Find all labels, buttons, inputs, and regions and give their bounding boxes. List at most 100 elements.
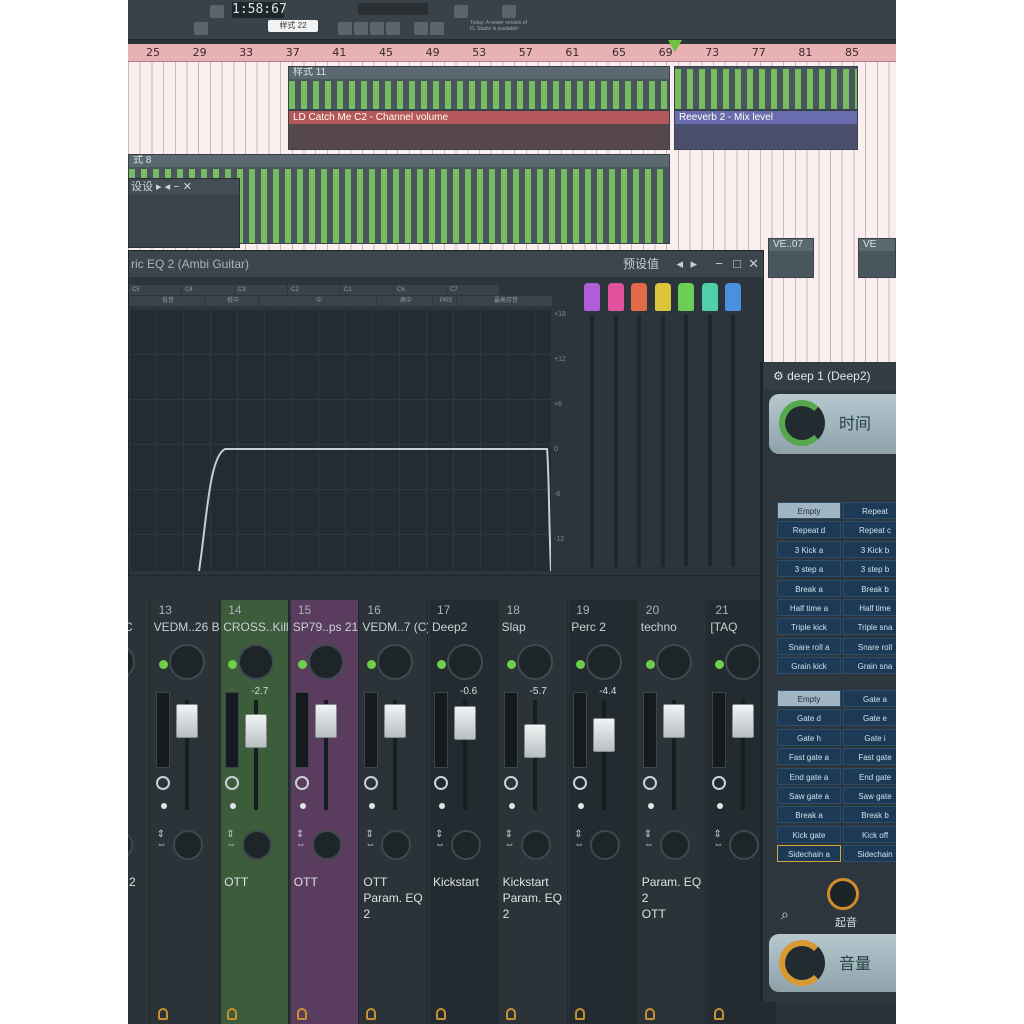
pan-knob[interactable] bbox=[311, 830, 342, 860]
preset-button[interactable]: 预设值 bbox=[623, 251, 659, 277]
preset-button[interactable]: Snare roll bbox=[843, 637, 896, 655]
zoom-icon[interactable]: ⌕ bbox=[781, 906, 789, 923]
track-name[interactable]: M2..43 C bbox=[128, 620, 150, 634]
mute-led[interactable] bbox=[576, 660, 586, 669]
mixer-strip[interactable]: 15 SP79..ps 21 ⇕ ⇔ OTT bbox=[290, 600, 359, 1024]
help-icon[interactable] bbox=[430, 22, 444, 35]
mixer-icon[interactable] bbox=[338, 22, 352, 35]
fx-slot[interactable]: Param. EQ 2 bbox=[363, 890, 427, 922]
preset-button[interactable]: Saw gate a bbox=[777, 787, 841, 804]
pattern-clip[interactable]: 样式 11 bbox=[288, 66, 670, 110]
fx-slot[interactable]: OTT bbox=[642, 906, 706, 922]
band-handle[interactable] bbox=[678, 283, 694, 311]
pattern-selector[interactable]: 样式 22 bbox=[268, 20, 318, 32]
track-name[interactable]: Slap bbox=[502, 620, 568, 634]
mixer-strip[interactable]: 19 Perc 2 -4.4 ⇕ ⇔ bbox=[569, 600, 638, 1024]
fx-slot[interactable]: OTT bbox=[294, 874, 358, 890]
record-dot[interactable] bbox=[508, 803, 515, 809]
mixer-strip[interactable]: 20 techno ⇕ ⇔ Param. EQ 2 OTT bbox=[638, 600, 707, 1024]
preset-button[interactable]: Gate a bbox=[843, 690, 896, 707]
record-dot[interactable] bbox=[160, 803, 167, 809]
record-dot[interactable] bbox=[369, 803, 376, 809]
attack-knob[interactable] bbox=[827, 878, 859, 910]
pan-knob[interactable] bbox=[659, 830, 690, 860]
pan-knob[interactable] bbox=[381, 830, 412, 860]
gear-icon[interactable]: ⚙ bbox=[773, 369, 787, 383]
band-slider[interactable] bbox=[654, 283, 671, 571]
clock-icon[interactable] bbox=[642, 776, 657, 790]
audio-clip[interactable]: VE..07 bbox=[768, 238, 814, 278]
preset-button[interactable]: 3 step b bbox=[843, 560, 896, 578]
mute-led[interactable] bbox=[158, 660, 168, 669]
preset-button[interactable]: Gate h bbox=[777, 728, 841, 746]
route-icon[interactable] bbox=[505, 1008, 516, 1020]
audio-clip[interactable]: VE bbox=[858, 238, 896, 278]
mute-led[interactable] bbox=[506, 660, 516, 669]
mixer-strip[interactable]: 16 VEDM..7 (C) ⇕ ⇔ OTT Param. EQ 2 bbox=[360, 600, 429, 1024]
route-icon[interactable] bbox=[296, 1008, 307, 1020]
swap-icon[interactable]: ⇕ ⇔ bbox=[574, 830, 584, 850]
route-icon[interactable] bbox=[575, 1008, 586, 1020]
band-handle[interactable] bbox=[584, 283, 600, 311]
route-icon[interactable] bbox=[366, 1008, 377, 1020]
track-name[interactable]: SP79..ps 21 bbox=[293, 620, 359, 634]
clock-icon[interactable] bbox=[155, 776, 170, 790]
swap-icon[interactable]: ⇕ ⇔ bbox=[644, 830, 654, 850]
timeline-ruler[interactable]: 25 29 33 37 41 45 49 53 57 61 65 69 73 77 81 85 bbox=[128, 44, 896, 62]
browser-icon[interactable] bbox=[386, 22, 400, 35]
fx-slots[interactable]: am. EQ 2 bbox=[128, 874, 149, 890]
fx-slots[interactable]: OTT bbox=[224, 874, 288, 890]
route-icon[interactable] bbox=[157, 1008, 168, 1020]
volume-fader[interactable] bbox=[314, 704, 337, 738]
clock-icon[interactable] bbox=[225, 776, 240, 790]
record-dot[interactable] bbox=[439, 803, 445, 809]
preset-button[interactable]: Fast gate bbox=[843, 748, 896, 766]
minimize-icon[interactable]: − bbox=[715, 251, 723, 277]
automation-clip-reverb[interactable]: Reeverb 2 - Mix level bbox=[674, 110, 858, 150]
volume-knob[interactable] bbox=[307, 644, 344, 680]
news-panel[interactable]: Today: A newer version of FL Studio is a… bbox=[470, 20, 530, 38]
record-dot[interactable] bbox=[299, 803, 306, 809]
eq-response-graph[interactable] bbox=[129, 309, 552, 572]
preset-button[interactable]: 3 Kick b bbox=[843, 540, 896, 558]
preset-button[interactable]: 3 Kick a bbox=[777, 540, 841, 558]
swap-icon[interactable]: ⇕ ⇔ bbox=[157, 830, 167, 850]
volume-fader[interactable] bbox=[454, 706, 476, 740]
pan-knob[interactable] bbox=[520, 830, 551, 860]
volume-knob[interactable] bbox=[516, 644, 553, 680]
preset-button[interactable]: Repeat bbox=[843, 502, 896, 519]
clock-icon[interactable] bbox=[573, 776, 588, 790]
preset-button[interactable]: Gate i bbox=[843, 728, 896, 746]
pan-knob[interactable] bbox=[590, 830, 621, 860]
track-name[interactable]: VEDM..26 B bbox=[154, 620, 220, 634]
record-dot[interactable] bbox=[717, 803, 724, 809]
preset-button[interactable]: Fast gate a bbox=[777, 748, 841, 766]
volume-knob[interactable] bbox=[447, 644, 483, 680]
pan-knob[interactable] bbox=[172, 830, 203, 860]
mute-led[interactable] bbox=[367, 660, 377, 669]
swap-icon[interactable]: ⇕ ⇔ bbox=[435, 830, 445, 850]
preset-button[interactable]: Empty bbox=[777, 502, 841, 519]
band-handle[interactable] bbox=[607, 283, 624, 311]
volume-fader[interactable] bbox=[662, 704, 685, 738]
band-handle[interactable] bbox=[654, 283, 671, 311]
band-handle[interactable] bbox=[701, 283, 718, 311]
route-icon[interactable] bbox=[714, 1008, 725, 1020]
fx-slot[interactable]: OTT bbox=[363, 874, 427, 890]
download-icon[interactable] bbox=[502, 5, 516, 18]
mixer-strip[interactable]: 13 VEDM..26 B ⇕ ⇔ bbox=[151, 600, 220, 1024]
volume-fader[interactable] bbox=[245, 714, 268, 748]
channel-rack-icon[interactable] bbox=[354, 22, 368, 35]
preset-button[interactable]: Break b bbox=[843, 806, 896, 824]
pan-knob[interactable] bbox=[128, 830, 133, 860]
mute-led[interactable] bbox=[297, 660, 307, 669]
mixer-strip[interactable]: 18 Slap -5.7 ⇕ ⇔ Kickstart Param. EQ 2 bbox=[499, 600, 568, 1024]
clock-icon[interactable] bbox=[503, 776, 518, 790]
band-handle[interactable] bbox=[725, 283, 741, 311]
clock-icon[interactable] bbox=[364, 776, 379, 790]
fx-slots[interactable]: Param. EQ 2 OTT bbox=[642, 874, 706, 922]
mute-led[interactable] bbox=[715, 660, 725, 669]
fx-slots[interactable]: Kickstart bbox=[433, 874, 497, 890]
route-icon[interactable] bbox=[644, 1008, 655, 1020]
mute-led[interactable] bbox=[645, 660, 655, 669]
